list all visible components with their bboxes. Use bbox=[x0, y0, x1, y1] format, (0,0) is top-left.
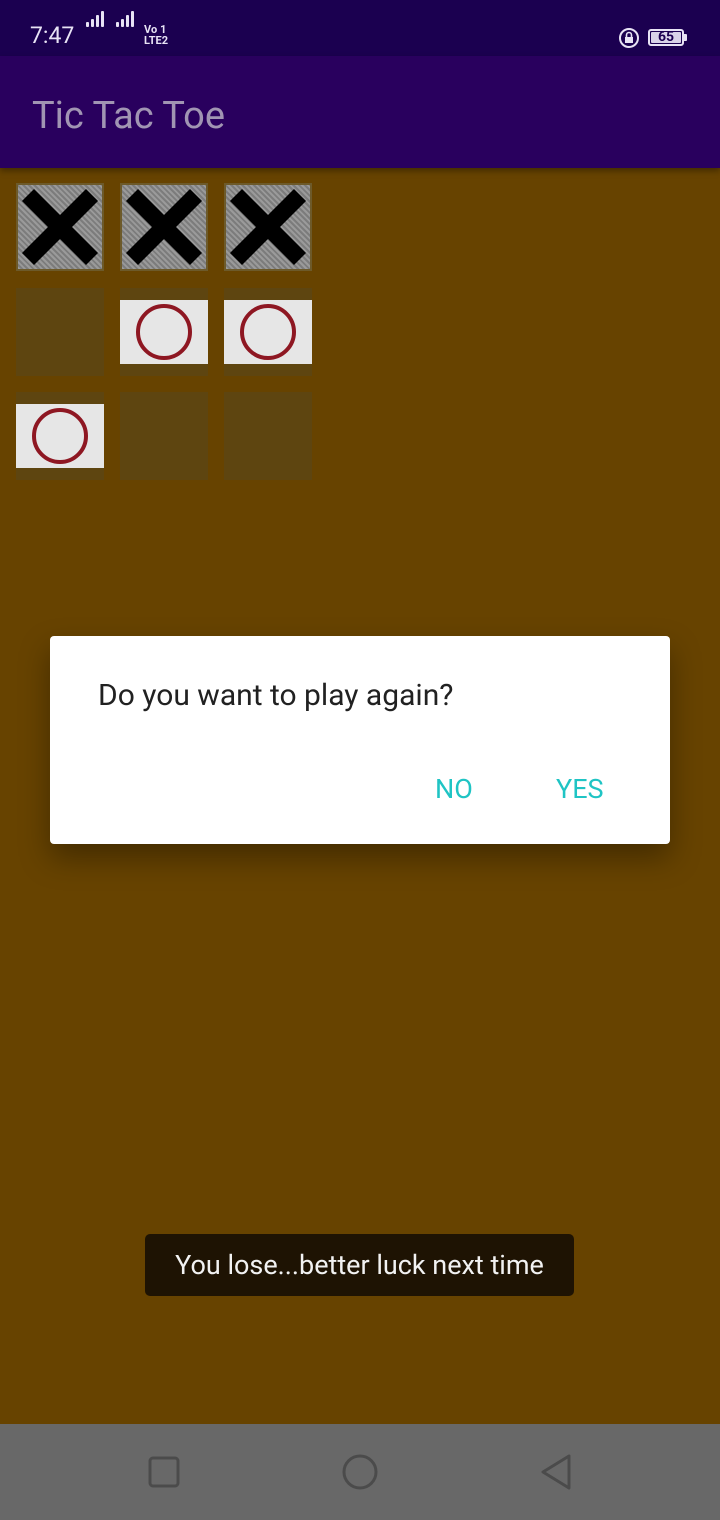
play-again-dialog: Do you want to play again? NO YES bbox=[50, 636, 670, 844]
status-time: 7:47 bbox=[30, 22, 75, 49]
no-button[interactable]: NO bbox=[435, 773, 473, 805]
volte-indicator: Vo 1 LTE2 bbox=[144, 23, 169, 47]
board-cell-7[interactable] bbox=[16, 392, 104, 480]
o-mark-icon bbox=[136, 304, 192, 360]
navigation-bar bbox=[0, 1424, 720, 1520]
app-title: Tic Tac Toe bbox=[32, 94, 225, 138]
circle-home-icon[interactable] bbox=[340, 1452, 380, 1492]
o-mark-icon bbox=[32, 408, 88, 464]
board-cell-4[interactable] bbox=[16, 288, 104, 376]
app-bar: Tic Tac Toe bbox=[0, 56, 720, 168]
board-cell-8[interactable] bbox=[120, 392, 208, 480]
board-cell-2[interactable] bbox=[120, 183, 208, 271]
board-cell-3[interactable] bbox=[224, 183, 312, 271]
board-cell-6[interactable] bbox=[224, 288, 312, 376]
square-recents-icon[interactable] bbox=[144, 1452, 184, 1492]
x-mark-icon bbox=[229, 188, 307, 266]
rotation-lock-icon bbox=[619, 28, 639, 48]
yes-button[interactable]: YES bbox=[556, 773, 604, 805]
x-mark-icon bbox=[21, 188, 99, 266]
status-bar: 7:47 Vo 1 LTE2 65 bbox=[0, 0, 720, 56]
dialog-message: Do you want to play again? bbox=[98, 678, 454, 713]
triangle-back-icon[interactable] bbox=[536, 1452, 576, 1492]
battery-level: 65 bbox=[657, 29, 675, 45]
battery-tip bbox=[684, 34, 687, 41]
board-cell-5[interactable] bbox=[120, 288, 208, 376]
o-mark-icon bbox=[240, 304, 296, 360]
board-cell-1[interactable] bbox=[16, 183, 104, 271]
board-cell-9[interactable] bbox=[224, 392, 312, 480]
toast-message: You lose...better luck next time bbox=[145, 1234, 574, 1296]
x-mark-icon bbox=[125, 188, 203, 266]
battery-icon: 65 bbox=[648, 29, 684, 46]
